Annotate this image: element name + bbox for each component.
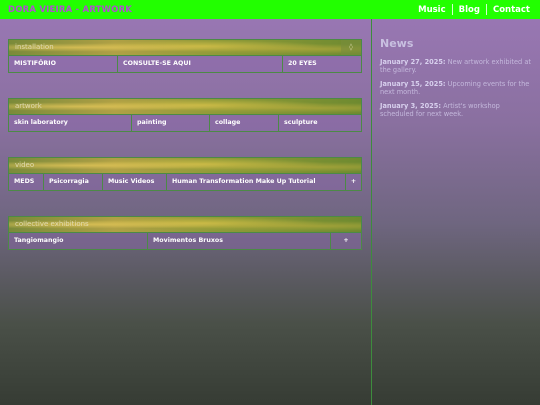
news-title: News xyxy=(380,37,414,50)
more-button[interactable]: + xyxy=(331,233,361,249)
section-collective-exhibitions: collective exhibitions Tangiomangio Movi… xyxy=(8,216,362,250)
section-header: installation ◊ xyxy=(8,39,362,56)
top-bar: DORA VIEIRA - ARTWORK Music Blog Contact xyxy=(0,0,540,19)
section-items-row: MEDS Psicorragia Music Videos Human Tran… xyxy=(8,174,362,191)
news-date: January 27, 2025: xyxy=(380,58,446,66)
section-installation: installation ◊ MISTIFÓRIO CONSULTE-SE AQ… xyxy=(8,39,362,73)
news-item: January 15, 2025: Upcoming events for th… xyxy=(380,80,532,96)
more-button[interactable]: + xyxy=(346,174,361,190)
section-item-link[interactable]: sculpture xyxy=(279,115,361,131)
section-header: video xyxy=(8,157,362,174)
section-items-row: skin laboratory painting collage sculptu… xyxy=(8,115,362,132)
nav-blog[interactable]: Blog xyxy=(453,5,486,15)
section-items-row: Tangiomangio Movimentos Bruxos + xyxy=(8,233,362,250)
news-item: January 27, 2025: New artwork exhibited … xyxy=(380,58,532,74)
section-item-link[interactable]: MISTIFÓRIO xyxy=(9,56,118,72)
section-header: collective exhibitions xyxy=(8,216,362,233)
section-artwork: artwork skin laboratory painting collage… xyxy=(8,98,362,132)
nav-divider xyxy=(451,4,453,15)
section-item-link[interactable]: Movimentos Bruxos xyxy=(148,233,331,249)
section-label: collective exhibitions xyxy=(15,220,89,228)
section-tag: ◊ xyxy=(341,40,361,55)
news-item: January 3, 2025: Artist's workshop sched… xyxy=(380,102,532,118)
section-label: installation xyxy=(15,43,54,51)
section-item-link[interactable]: Psicorragia xyxy=(44,174,103,190)
section-item-link[interactable]: 20 EYES xyxy=(283,56,361,72)
news-date: January 3, 2025: xyxy=(380,102,441,110)
section-item-link[interactable]: skin laboratory xyxy=(9,115,132,131)
column-divider xyxy=(371,19,372,405)
nav-music[interactable]: Music xyxy=(412,5,452,15)
section-item-link[interactable]: MEDS xyxy=(9,174,44,190)
section-item-link[interactable]: painting xyxy=(132,115,210,131)
section-item-link[interactable]: Human Transformation Make Up Tutorial xyxy=(167,174,346,190)
main-nav: Music Blog Contact xyxy=(412,4,536,15)
nav-contact[interactable]: Contact xyxy=(487,5,536,15)
section-header: artwork xyxy=(8,98,362,115)
section-label: artwork xyxy=(15,102,42,110)
section-item-link[interactable]: CONSULTE-SE AQUI xyxy=(118,56,283,72)
section-item-link[interactable]: collage xyxy=(210,115,279,131)
section-item-link[interactable]: Tangiomangio xyxy=(9,233,148,249)
news-panel: News January 27, 2025: New artwork exhib… xyxy=(380,37,532,124)
section-label: video xyxy=(15,161,35,169)
nav-divider xyxy=(485,4,487,15)
site-title[interactable]: DORA VIEIRA - ARTWORK xyxy=(8,5,132,15)
news-date: January 15, 2025: xyxy=(380,80,446,88)
section-item-link[interactable]: Music Videos xyxy=(103,174,167,190)
section-video: video MEDS Psicorragia Music Videos Huma… xyxy=(8,157,362,191)
section-items-row: MISTIFÓRIO CONSULTE-SE AQUI 20 EYES xyxy=(8,56,362,73)
